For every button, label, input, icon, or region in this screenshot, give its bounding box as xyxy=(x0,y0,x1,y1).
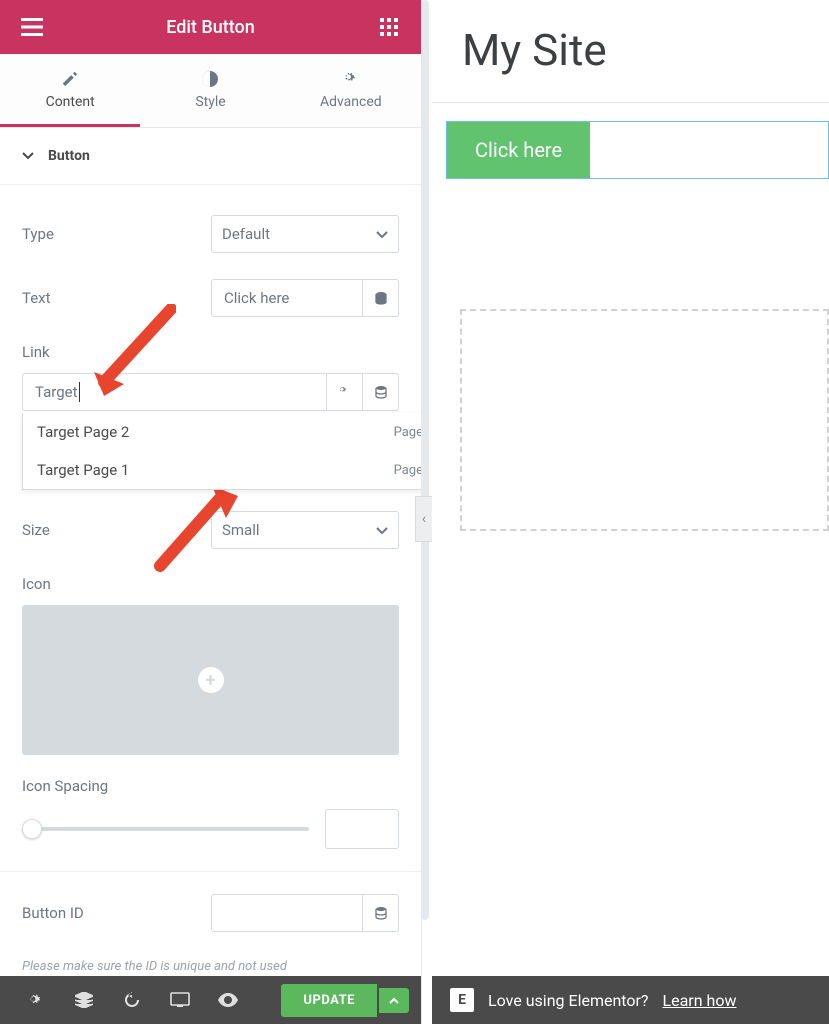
controls-area: Type Default Text Click here Link Target xyxy=(0,185,421,976)
slider-icon-spacing[interactable] xyxy=(22,824,309,834)
control-link: Link Target Target Page 2 Page xyxy=(22,343,399,411)
tab-label: Content xyxy=(46,94,95,110)
panel-tabs: Content Style Advanced xyxy=(0,54,421,128)
label-icon: Icon xyxy=(22,575,399,593)
suggestion-type: Page xyxy=(394,425,421,440)
link-autocomplete: Target Page 2 Page Target Page 1 Page xyxy=(22,413,421,490)
section-button-header[interactable]: Button xyxy=(0,128,421,185)
label-size: Size xyxy=(22,521,50,539)
responsive-icon[interactable] xyxy=(156,976,204,1024)
navigator-icon[interactable] xyxy=(60,976,108,1024)
promo-link[interactable]: Learn how xyxy=(663,991,737,1010)
history-icon[interactable] xyxy=(108,976,156,1024)
label-link: Link xyxy=(22,343,399,361)
scrollbar[interactable] xyxy=(421,0,429,920)
preview-icon[interactable] xyxy=(204,976,252,1024)
icon-picker[interactable]: + xyxy=(22,605,399,755)
tab-content[interactable]: Content xyxy=(0,54,140,127)
select-value: Small xyxy=(222,521,260,539)
panel-header: Edit Button xyxy=(0,0,421,54)
tab-label: Advanced xyxy=(320,94,382,110)
label-text: Text xyxy=(22,289,51,307)
link-options-icon[interactable] xyxy=(327,373,363,411)
site-title: My Site xyxy=(432,0,829,102)
control-icon: Icon + xyxy=(22,575,399,755)
divider xyxy=(432,102,829,103)
button-id-note: Please make sure the ID is unique and no… xyxy=(22,958,399,976)
update-button[interactable]: UPDATE xyxy=(281,984,377,1017)
tab-style[interactable]: Style xyxy=(140,54,280,127)
panel-footer: UPDATE xyxy=(0,976,421,1024)
update-options-button[interactable] xyxy=(379,988,409,1013)
label-icon-spacing: Icon Spacing xyxy=(22,777,399,795)
suggestion-title: Target Page 2 xyxy=(37,423,129,441)
dynamic-tags-icon[interactable] xyxy=(363,894,399,932)
control-type: Type Default xyxy=(22,215,399,253)
control-text: Text Click here xyxy=(22,279,399,317)
dynamic-tags-icon[interactable] xyxy=(363,373,399,411)
label-type: Type xyxy=(22,225,54,243)
select-value: Default xyxy=(222,225,270,243)
preview-button[interactable]: Click here xyxy=(447,122,590,178)
chevron-down-icon xyxy=(376,521,388,539)
apps-grid-icon[interactable] xyxy=(373,11,405,43)
settings-icon[interactable] xyxy=(12,976,60,1024)
empty-section-dropzone[interactable] xyxy=(460,309,829,531)
promo-bar: E Love using Elementor? Learn how xyxy=(432,976,829,1024)
input-icon-spacing[interactable] xyxy=(325,809,399,849)
caret-down-icon xyxy=(22,148,34,164)
suggestion-type: Page xyxy=(394,463,421,478)
slider-track xyxy=(22,827,309,831)
plus-icon: + xyxy=(198,667,224,693)
tab-label: Style xyxy=(195,94,225,110)
elementor-badge-icon: E xyxy=(450,988,474,1012)
editor-panel: Edit Button Content Style Advanced Butto… xyxy=(0,0,422,1024)
slider-thumb[interactable] xyxy=(22,819,42,839)
input-link[interactable]: Target xyxy=(22,373,327,411)
divider xyxy=(0,871,421,872)
preview-area: My Site Click here ‹ xyxy=(432,0,829,976)
control-button-id: Button ID xyxy=(22,894,399,932)
input-button-id[interactable] xyxy=(211,894,363,932)
label-button-id: Button ID xyxy=(22,904,84,922)
select-size[interactable]: Small xyxy=(211,511,399,549)
dynamic-tags-icon[interactable] xyxy=(363,279,399,317)
control-size: Size Small xyxy=(22,511,399,549)
collapse-panel-handle[interactable]: ‹ xyxy=(415,496,432,542)
text-cursor xyxy=(79,382,80,402)
input-text[interactable]: Click here xyxy=(211,279,363,317)
chevron-down-icon xyxy=(376,225,388,243)
panel-title: Edit Button xyxy=(166,17,255,38)
select-type[interactable]: Default xyxy=(211,215,399,253)
promo-text: Love using Elementor? xyxy=(488,991,649,1010)
hamburger-menu-icon[interactable] xyxy=(16,11,48,43)
section-title: Button xyxy=(48,148,90,164)
tab-advanced[interactable]: Advanced xyxy=(281,54,421,127)
autocomplete-item[interactable]: Target Page 1 Page xyxy=(23,451,421,489)
suggestion-title: Target Page 1 xyxy=(37,461,129,479)
control-icon-spacing: Icon Spacing xyxy=(22,777,399,849)
autocomplete-item[interactable]: Target Page 2 Page xyxy=(23,413,421,451)
widget-selection[interactable]: Click here xyxy=(446,121,829,179)
